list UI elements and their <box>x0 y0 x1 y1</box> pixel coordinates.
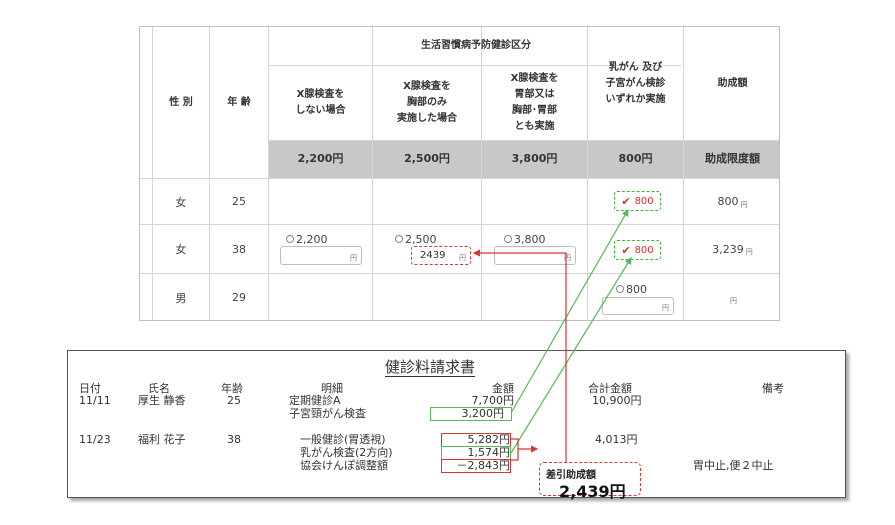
green-arrow-entry1 <box>510 208 629 414</box>
green-arrow-entry2 <box>510 256 632 454</box>
connector-arrows <box>472 208 632 462</box>
red-arrow-to-input <box>472 249 567 462</box>
red-bracket <box>511 438 519 461</box>
